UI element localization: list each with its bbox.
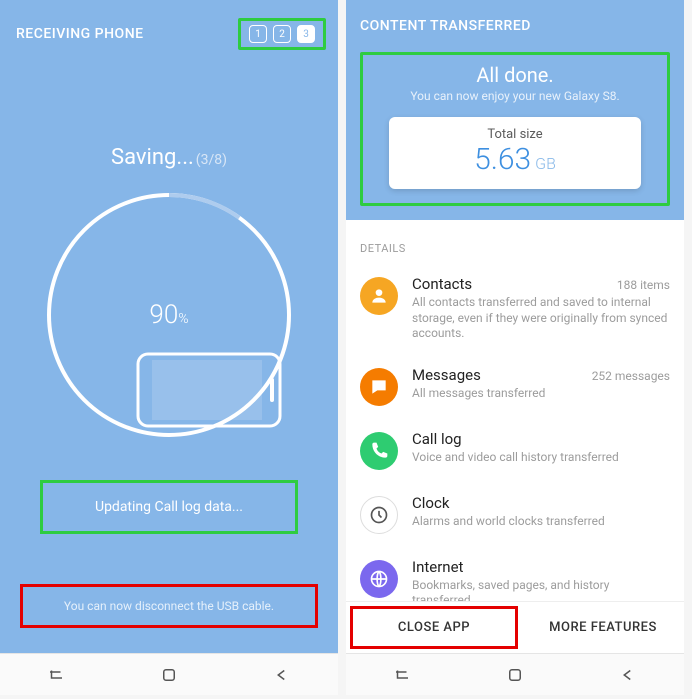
summary-header: CONTENT TRANSFERRED All done. You can no… — [346, 0, 684, 220]
more-features-button[interactable]: MORE FEATURES — [522, 602, 684, 653]
step-indicator: 1 2 3 — [238, 18, 326, 50]
item-title: Internet — [412, 558, 463, 576]
progress-ring: 90% — [44, 190, 294, 440]
item-title: Call log — [412, 430, 462, 448]
back-icon[interactable] — [619, 666, 637, 684]
disconnect-message: You can now disconnect the USB cable. — [20, 584, 318, 628]
contacts-icon — [360, 277, 398, 315]
recents-icon[interactable] — [393, 666, 411, 684]
item-title: Clock — [412, 494, 449, 512]
android-navbar — [0, 653, 338, 695]
saving-count: (3/8) — [196, 152, 227, 168]
percent-suffix: % — [178, 311, 188, 327]
bottom-bar: CLOSE APP MORE FEATURES — [346, 601, 684, 653]
list-item[interactable]: Call log Voice and video call history tr… — [346, 418, 684, 482]
done-title: All done. — [373, 63, 657, 87]
step-1: 1 — [249, 25, 267, 43]
internet-icon — [360, 560, 398, 598]
list-item[interactable]: Messages 252 messages All messages trans… — [346, 354, 684, 418]
status-message: Updating Call log data... — [40, 480, 298, 534]
item-sub: All messages transferred — [412, 386, 670, 402]
content-transferred-title: CONTENT TRANSFERRED — [360, 18, 670, 34]
total-size-label: Total size — [389, 127, 641, 142]
done-subtitle: You can now enjoy your new Galaxy S8. — [373, 89, 657, 103]
list-item[interactable]: Contacts 188 items All contacts transfer… — [346, 263, 684, 354]
details-heading: DETAILS — [346, 220, 684, 263]
done-summary: All done. You can now enjoy your new Gal… — [360, 52, 670, 206]
home-icon[interactable] — [160, 666, 178, 684]
home-icon[interactable] — [506, 666, 524, 684]
messages-icon — [360, 368, 398, 406]
saving-label: Saving... — [111, 145, 194, 170]
content-transferred-screen: CONTENT TRANSFERRED All done. You can no… — [346, 0, 684, 695]
total-size-value: 5.63 — [474, 142, 531, 177]
percent-value: 90 — [149, 300, 178, 330]
item-sub: Voice and video call history transferred — [412, 450, 670, 466]
item-title: Messages — [412, 366, 481, 384]
step-2: 2 — [273, 25, 291, 43]
step-3: 3 — [297, 25, 315, 43]
receiving-phone-screen: RECEIVING PHONE 1 2 3 Saving...(3/8) 90%… — [0, 0, 338, 695]
receiving-phone-title: RECEIVING PHONE — [16, 26, 144, 42]
phone-icon — [134, 350, 284, 430]
total-size-unit: GB — [535, 154, 556, 173]
android-navbar — [346, 653, 684, 695]
call-log-icon — [360, 432, 398, 470]
progress-percent: 90% — [149, 300, 188, 330]
clock-icon — [360, 496, 398, 534]
item-meta: 252 messages — [592, 369, 670, 383]
details-list: Contacts 188 items All contacts transfer… — [346, 263, 684, 621]
item-meta: 188 items — [617, 278, 670, 292]
item-title: Contacts — [412, 275, 472, 293]
back-icon[interactable] — [273, 666, 291, 684]
total-size-card: Total size 5.63 GB — [389, 117, 641, 189]
recents-icon[interactable] — [47, 666, 65, 684]
saving-status: Saving...(3/8) — [0, 145, 338, 170]
item-sub: Alarms and world clocks transferred — [412, 514, 670, 530]
item-sub: All contacts transferred and saved to in… — [412, 295, 670, 342]
close-app-button[interactable]: CLOSE APP — [350, 606, 518, 649]
list-item[interactable]: Clock Alarms and world clocks transferre… — [346, 482, 684, 546]
left-header: RECEIVING PHONE 1 2 3 — [0, 0, 338, 50]
